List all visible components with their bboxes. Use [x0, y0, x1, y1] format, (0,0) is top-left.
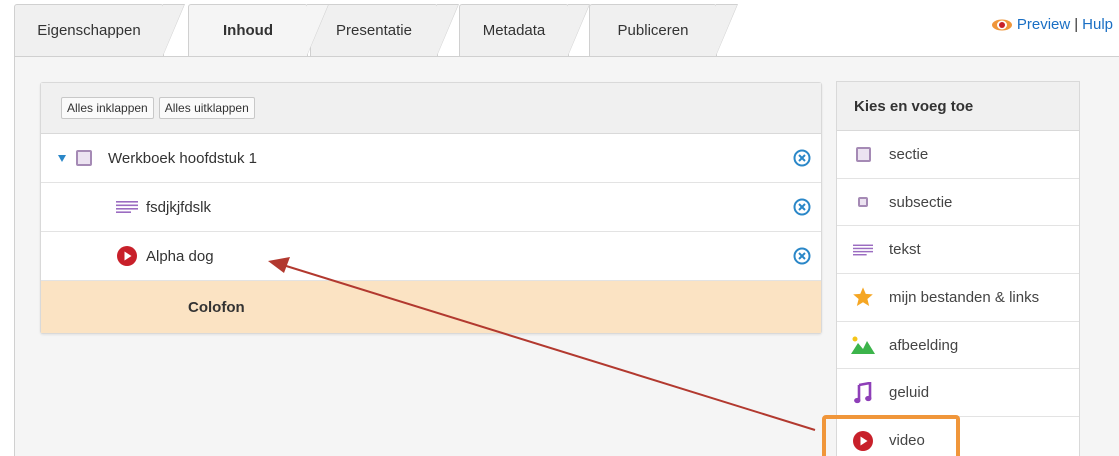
expand-caret-icon[interactable] [58, 154, 66, 162]
tab-label: Publiceren [617, 22, 689, 39]
tab-inhoud[interactable]: Inhoud [188, 4, 329, 56]
help-link[interactable]: Hulp [1082, 16, 1113, 33]
palette-item-label: tekst [889, 241, 921, 259]
expand-all-button[interactable]: Alles uitklappen [158, 97, 255, 119]
section-square-icon [76, 150, 92, 166]
tab-label: Presentatie [336, 22, 412, 39]
section-square-icon [837, 146, 889, 162]
top-links: Preview | Hulp [991, 16, 1113, 33]
tree-row-label: fsdjkjfdslk [146, 198, 212, 216]
palette-item-bestanden[interactable]: mijn bestanden & links [837, 274, 1079, 322]
tab-metadata[interactable]: Metadata [459, 4, 590, 56]
palette-item-afbeelding[interactable]: afbeelding [837, 322, 1079, 370]
palette-item-label: geluid [889, 384, 930, 402]
palette-item-tekst[interactable]: tekst [837, 226, 1079, 275]
palette-item-geluid[interactable]: geluid [837, 369, 1079, 418]
palette-item-label: sectie [889, 145, 929, 163]
remove-icon[interactable] [793, 198, 811, 216]
image-mountain-icon [837, 336, 889, 355]
star-icon [837, 286, 889, 308]
link-separator: | [1074, 16, 1079, 33]
remove-icon[interactable] [793, 149, 811, 167]
tree-row-colofon[interactable]: Colofon [41, 281, 821, 333]
tab-label: Eigenschappen [37, 22, 141, 39]
palette-item-label: mijn bestanden & links [889, 288, 1040, 306]
palette-item-sectie[interactable]: sectie [837, 131, 1079, 179]
palette-title: Kies en voeg toe [837, 82, 1079, 131]
subsection-square-icon [837, 197, 889, 208]
tree-row-label: Alpha dog [146, 247, 214, 265]
tree-toolbar: Alles inklappen Alles uitklappen [41, 83, 821, 134]
music-note-icon [837, 381, 889, 404]
tab-label: Inhoud [223, 22, 273, 39]
eye-icon [991, 19, 1012, 30]
palette-item-label: afbeelding [889, 336, 959, 354]
video-play-icon [837, 430, 889, 452]
tab-presentatie[interactable]: Presentatie [310, 4, 459, 56]
tab-label: Metadata [482, 22, 546, 39]
text-lines-icon [837, 244, 889, 256]
colofon-label: Colofon [188, 298, 245, 316]
palette-item-label: video [889, 432, 925, 450]
content-panel: Alles inklappen Alles uitklappen Werkboe… [14, 56, 1119, 456]
palette-item-subsectie[interactable]: subsectie [837, 179, 1079, 227]
collapse-all-button[interactable]: Alles inklappen [61, 97, 154, 119]
video-play-icon [117, 246, 137, 266]
tree-row-section[interactable]: Werkboek hoofdstuk 1 [41, 134, 821, 183]
tab-publiceren[interactable]: Publiceren [589, 4, 738, 56]
tree-row-video[interactable]: Alpha dog [41, 232, 821, 281]
tree-row-text[interactable]: fsdjkjfdslk [41, 183, 821, 232]
palette-item-label: subsectie [889, 193, 953, 211]
text-lines-icon [116, 201, 138, 213]
preview-link[interactable]: Preview [1017, 16, 1070, 33]
tree-row-label: Werkboek hoofdstuk 1 [108, 149, 257, 167]
palette-item-video[interactable]: video [837, 417, 1079, 456]
add-palette: Kies en voeg toe sectie subsectie tekst … [836, 81, 1080, 456]
remove-icon[interactable] [793, 247, 811, 265]
tab-eigenschappen[interactable]: Eigenschappen [14, 4, 185, 56]
page: Eigenschappen Inhoud Presentatie Metadat… [0, 0, 1119, 456]
outline-tree: Alles inklappen Alles uitklappen Werkboe… [40, 82, 822, 334]
